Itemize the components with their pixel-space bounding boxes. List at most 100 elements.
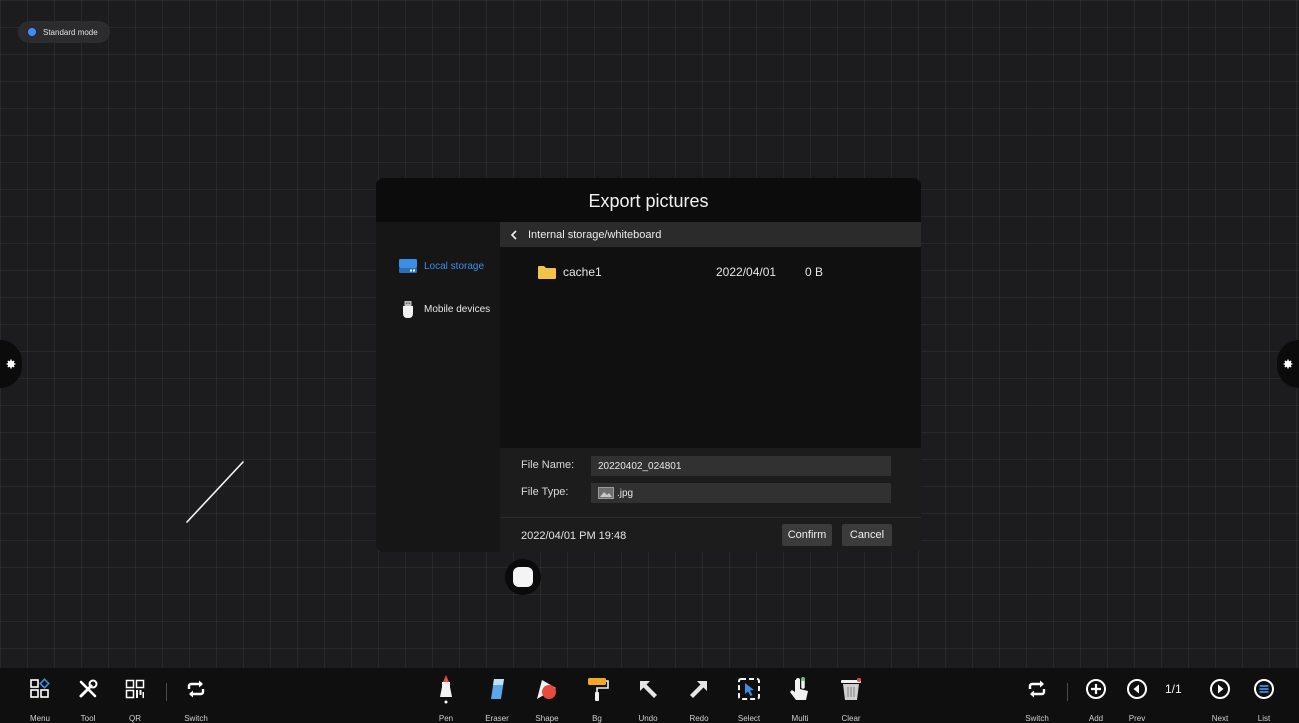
toolbar-label: Menu (29, 714, 50, 723)
menu-button[interactable]: Menu (18, 668, 62, 723)
source-local-storage[interactable]: Local storage (398, 257, 484, 275)
current-path: Internal storage/whiteboard (528, 228, 662, 241)
usb-drive-icon (403, 301, 413, 318)
page-list-button[interactable]: List (1242, 668, 1286, 723)
pen-icon (440, 675, 452, 704)
dialog-title: Export pictures (376, 178, 921, 222)
add-page-icon (1086, 679, 1106, 699)
source-label: Mobile devices (424, 303, 491, 315)
toolbar-label: Switch (184, 714, 208, 723)
image-file-icon (598, 487, 614, 499)
cancel-button[interactable]: Cancel (842, 524, 892, 546)
toolbar-label: Prev (1128, 714, 1146, 723)
export-pictures-dialog: Export pictures Local storage Mobile dev… (376, 178, 921, 552)
tools-icon (79, 679, 98, 698)
file-date: 2022/04/01 (716, 265, 777, 279)
trash-icon (841, 678, 861, 700)
toolbar-label: Undo (638, 714, 658, 723)
file-name: cache1 (563, 265, 602, 279)
redo-button[interactable]: Redo (677, 668, 721, 723)
toolbar-separator (166, 683, 167, 701)
standard-mode-indicator[interactable]: Standard mode (18, 21, 110, 43)
right-settings-handle[interactable] (1277, 340, 1299, 388)
storage-source-list: Local storage Mobile devices (376, 222, 500, 552)
source-mobile-devices[interactable]: Mobile devices (398, 300, 490, 318)
eraser-button[interactable]: Eraser (475, 668, 519, 723)
multi-touch-icon (790, 677, 808, 700)
file-name-cell: cache1 (538, 265, 602, 279)
toolbar-label: Add (1088, 714, 1104, 723)
toolbar-label: Select (737, 714, 761, 723)
add-page-button[interactable]: Add (1074, 668, 1118, 723)
source-label: Local storage (424, 260, 485, 272)
mode-status-dot (28, 28, 36, 36)
next-page-button[interactable]: Next (1198, 668, 1242, 723)
gear-icon (1283, 359, 1293, 369)
confirm-button[interactable]: Confirm (782, 524, 832, 546)
select-icon (738, 678, 760, 700)
switch-icon (187, 680, 205, 698)
file-type-select[interactable]: .jpg (591, 483, 891, 503)
page-list-icon (1254, 679, 1274, 699)
file-name-value: 20220402_024801 (598, 460, 682, 472)
mode-label: Standard mode (43, 27, 98, 37)
toolbar-label: Multi (791, 714, 809, 723)
switch-button-right[interactable]: Switch (1015, 668, 1059, 723)
qr-code-icon (125, 679, 145, 699)
back-button[interactable] (500, 222, 528, 247)
undo-icon (640, 681, 657, 698)
toolbar-separator (1067, 683, 1068, 701)
gear-icon (6, 359, 16, 369)
toolbar-label: QR (129, 714, 141, 723)
switch-button-left[interactable]: Switch (174, 668, 218, 723)
toolbar-label: Pen (438, 714, 454, 723)
chevron-left-icon (510, 229, 517, 240)
toolbar-label: Next (1211, 714, 1229, 723)
file-type-value: .jpg (617, 487, 634, 499)
export-options-panel: File Name: 20220402_024801 File Type: .j… (500, 448, 921, 552)
shape-button[interactable]: Shape (525, 668, 569, 723)
toolbar-label: Redo (689, 714, 709, 723)
tool-button[interactable]: Tool (66, 668, 110, 723)
file-name-field[interactable]: 20220402_024801 (591, 456, 891, 476)
toolbar-label: Tool (80, 714, 96, 723)
toolbar-label: Shape (535, 714, 559, 723)
left-settings-handle[interactable] (0, 340, 22, 388)
home-button[interactable] (505, 559, 541, 595)
file-name-label: File Name: (521, 459, 575, 471)
redo-icon (690, 681, 707, 698)
pen-button[interactable]: Pen (424, 668, 468, 723)
eraser-icon (491, 679, 504, 699)
switch-icon (1028, 680, 1046, 698)
menu-grid-icon (30, 678, 50, 698)
hard-drive-icon (399, 259, 417, 273)
file-browser: Internal storage/whiteboard cache1 2022/… (500, 222, 921, 552)
bottom-toolbar: Menu Tool QR Switch Pen Eraser Shape Bg … (0, 668, 1299, 723)
folder-icon (538, 266, 556, 279)
toolbar-label: Bg (592, 714, 602, 723)
panel-divider (500, 517, 921, 518)
file-row[interactable]: cache1 2022/04/01 0 B (538, 265, 921, 283)
background-button[interactable]: Bg (575, 668, 619, 723)
clear-button[interactable]: Clear (829, 668, 873, 723)
select-button[interactable]: Select (727, 668, 771, 723)
prev-page-icon (1127, 679, 1147, 699)
file-size: 0 B (805, 265, 824, 279)
prev-page-button[interactable]: Prev (1115, 668, 1159, 723)
qr-button[interactable]: QR (113, 668, 157, 723)
page-indicator: 1/1 (1165, 682, 1182, 696)
multi-touch-button[interactable]: Multi (778, 668, 822, 723)
undo-button[interactable]: Undo (626, 668, 670, 723)
paint-roller-icon (588, 678, 609, 701)
toolbar-label: List (1257, 714, 1271, 723)
toolbar-label: Switch (1025, 714, 1049, 723)
next-page-icon (1210, 679, 1230, 699)
canvas-pen-stroke[interactable] (180, 455, 250, 527)
home-square-icon (513, 567, 533, 587)
path-bar: Internal storage/whiteboard (500, 222, 921, 247)
shape-icon (537, 680, 556, 699)
export-timestamp: 2022/04/01 PM 19:48 (521, 530, 627, 542)
toolbar-label: Clear (841, 714, 861, 723)
file-type-label: File Type: (521, 486, 569, 498)
toolbar-label: Eraser (485, 714, 509, 723)
